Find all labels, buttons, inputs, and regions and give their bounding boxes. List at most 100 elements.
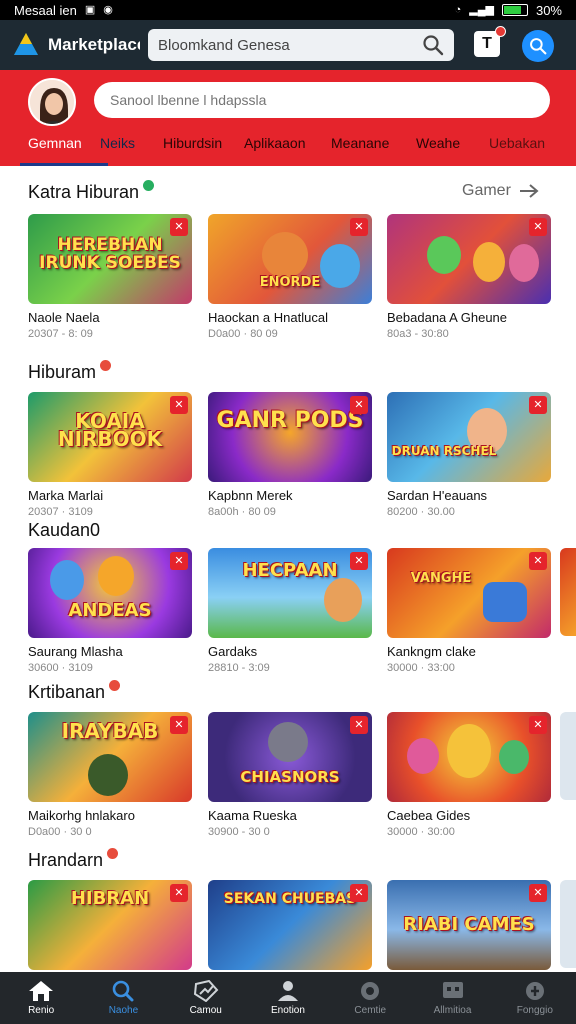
- nav-item-profile[interactable]: Enotion: [247, 972, 329, 1024]
- game-thumbnail[interactable]: IRAYBAB ✕: [28, 712, 192, 802]
- game-card[interactable]: IRAYBAB ✕ Maikorhg hnlakaro D0a00 · 30 0: [28, 712, 192, 838]
- see-all-link[interactable]: Gamer: [462, 182, 539, 200]
- nav-item-settings[interactable]: Fonggio: [494, 972, 576, 1024]
- heart-icon[interactable]: ✕: [529, 716, 547, 734]
- character-shape: [483, 582, 527, 622]
- tab-aplikaaon[interactable]: Aplikaaon: [244, 134, 331, 166]
- thumbnail-art-text: ENORDE: [259, 275, 321, 290]
- nav-item-chat[interactable]: Allmitioa: [411, 972, 493, 1024]
- game-thumbnail[interactable]: ✕: [387, 214, 551, 304]
- profile-band: Gemnan Neiks Hiburdsin Aplikaaon Meanane…: [0, 70, 576, 166]
- next-card-peek[interactable]: [560, 712, 576, 800]
- tab-weahe[interactable]: Weahe: [416, 134, 489, 166]
- nav-item-tag[interactable]: Camou: [165, 972, 247, 1024]
- section-title: Katra Hiburan: [28, 180, 155, 203]
- nav-item-home[interactable]: Renio: [0, 972, 82, 1024]
- tag-icon: [193, 980, 219, 1002]
- heart-icon[interactable]: ✕: [529, 218, 547, 236]
- heart-icon[interactable]: ✕: [350, 218, 368, 236]
- nav-label: Naohe: [108, 1005, 139, 1016]
- heart-icon[interactable]: ✕: [350, 552, 368, 570]
- search-icon[interactable]: [422, 34, 444, 56]
- card-meta: 30000 · 30:00: [387, 826, 455, 838]
- game-card[interactable]: VANGHE ✕ Kankngm clake 30000 · 33:00: [387, 548, 551, 674]
- heart-icon[interactable]: ✕: [170, 716, 188, 734]
- heart-icon[interactable]: ✕: [350, 716, 368, 734]
- game-thumbnail[interactable]: GANR PODS ✕: [208, 392, 372, 482]
- game-card[interactable]: ANDEAS ✕ Saurang Mlasha 30600 · 3109: [28, 548, 192, 674]
- app-header: Marketplace T: [0, 20, 576, 70]
- notification-button[interactable]: T: [474, 26, 506, 57]
- status-bar: Mesaal ien ▣ ◉ ◔ ▂▄▆ 30%: [0, 0, 576, 20]
- avatar[interactable]: [28, 78, 76, 126]
- game-thumbnail[interactable]: RIABI CAMES ✕: [387, 880, 551, 970]
- header-search-box[interactable]: [148, 29, 454, 61]
- thumbnail-art-text: CHIASNORS: [240, 768, 340, 786]
- game-card[interactable]: SEKAN CHUEBAS ✕: [208, 880, 372, 970]
- tab-meanane[interactable]: Meanane: [331, 134, 416, 166]
- heart-icon[interactable]: ✕: [170, 218, 188, 236]
- nav-label: Fonggio: [516, 1005, 553, 1016]
- tab-uebakan[interactable]: Uebakan: [489, 134, 549, 166]
- section-title-text: Hrandarn: [28, 850, 104, 870]
- nav-label: Enotion: [271, 1005, 305, 1016]
- tab-gemnan[interactable]: Gemnan: [20, 134, 108, 166]
- heart-icon[interactable]: ✕: [350, 396, 368, 414]
- game-card[interactable]: HEREBHAN IRUNK SOEBES ✕ Naole Naela 2030…: [28, 214, 192, 340]
- game-card[interactable]: ✕ Caebea Gides 30000 · 30:00: [387, 712, 551, 838]
- game-thumbnail[interactable]: KOAIA NIRBOOK ✕: [28, 392, 192, 482]
- section-title-text: Kaudan0: [28, 520, 101, 540]
- game-thumbnail[interactable]: HECPAAN ✕: [208, 548, 372, 638]
- nav-item-search[interactable]: Naohe: [82, 972, 164, 1024]
- triangle-logo-icon: [14, 33, 38, 55]
- next-card-peek[interactable]: [560, 880, 576, 968]
- search-button[interactable]: [522, 30, 554, 62]
- section-badge-icon: [107, 848, 119, 859]
- game-card[interactable]: ENORDE ✕ Haockan a Hnatlucal D0a00 · 80 …: [208, 214, 372, 340]
- heart-icon[interactable]: ✕: [170, 396, 188, 414]
- game-card[interactable]: HIBRAN ✕: [28, 880, 192, 970]
- section-title-text: Krtibanan: [28, 682, 106, 702]
- game-card[interactable]: GANR PODS ✕ Kapbnn Merek 8a00h · 80 09: [208, 392, 372, 518]
- character-shape: [473, 242, 505, 282]
- notification-dot: [495, 26, 506, 37]
- game-card[interactable]: DRUAN RSCHEL ✕ Sardan H'eauans 80200 · 3…: [387, 392, 551, 518]
- heart-icon[interactable]: ✕: [529, 552, 547, 570]
- profile-search-input[interactable]: [94, 82, 550, 118]
- tab-hiburdsin[interactable]: Hiburdsin: [163, 134, 244, 166]
- game-thumbnail[interactable]: DRUAN RSCHEL ✕: [387, 392, 551, 482]
- heart-icon[interactable]: ✕: [529, 396, 547, 414]
- game-thumbnail[interactable]: CHIASNORS ✕: [208, 712, 372, 802]
- header-search-input[interactable]: [158, 36, 422, 54]
- heart-icon[interactable]: ✕: [529, 884, 547, 902]
- heart-icon[interactable]: ✕: [350, 884, 368, 902]
- game-thumbnail[interactable]: ANDEAS ✕: [28, 548, 192, 638]
- game-card[interactable]: KOAIA NIRBOOK ✕ Marka Marlai 20307 · 310…: [28, 392, 192, 518]
- bottom-nav: Renio Naohe Camou Enotion Cemtie Allmiti…: [0, 972, 576, 1024]
- game-card[interactable]: ✕ Bebadana A Gheune 80a3 - 30:80: [387, 214, 551, 340]
- game-thumbnail[interactable]: SEKAN CHUEBAS ✕: [208, 880, 372, 970]
- game-thumbnail[interactable]: HIBRAN ✕: [28, 880, 192, 970]
- arrow-right-icon: [519, 184, 539, 198]
- section-title: Hrandarn: [28, 848, 119, 871]
- user-avatar-icon: [30, 80, 74, 124]
- game-thumbnail[interactable]: VANGHE ✕: [387, 548, 551, 638]
- game-thumbnail[interactable]: ✕: [387, 712, 551, 802]
- section-title-text: Katra Hiburan: [28, 182, 140, 202]
- game-thumbnail[interactable]: HEREBHAN IRUNK SOEBES ✕: [28, 214, 192, 304]
- tab-neiks[interactable]: Neiks: [100, 134, 163, 166]
- card-title: Kankngm clake: [387, 644, 476, 659]
- game-thumbnail[interactable]: ENORDE ✕: [208, 214, 372, 304]
- game-card[interactable]: CHIASNORS ✕ Kaama Rueska 30900 - 30 0: [208, 712, 372, 838]
- card-title: Sardan H'eauans: [387, 488, 488, 503]
- heart-icon[interactable]: ✕: [170, 552, 188, 570]
- thumbnail-art-text: GANR PODS: [216, 408, 364, 433]
- section-title: Krtibanan: [28, 680, 121, 703]
- next-card-peek[interactable]: [560, 548, 576, 636]
- heart-icon[interactable]: ✕: [170, 884, 188, 902]
- game-card[interactable]: HECPAAN ✕ Gardaks 28810 - 3:09: [208, 548, 372, 674]
- card-title: Saurang Mlasha: [28, 644, 123, 659]
- card-title: Kapbnn Merek: [208, 488, 293, 503]
- game-card[interactable]: RIABI CAMES ✕: [387, 880, 551, 970]
- nav-item-globe[interactable]: Cemtie: [329, 972, 411, 1024]
